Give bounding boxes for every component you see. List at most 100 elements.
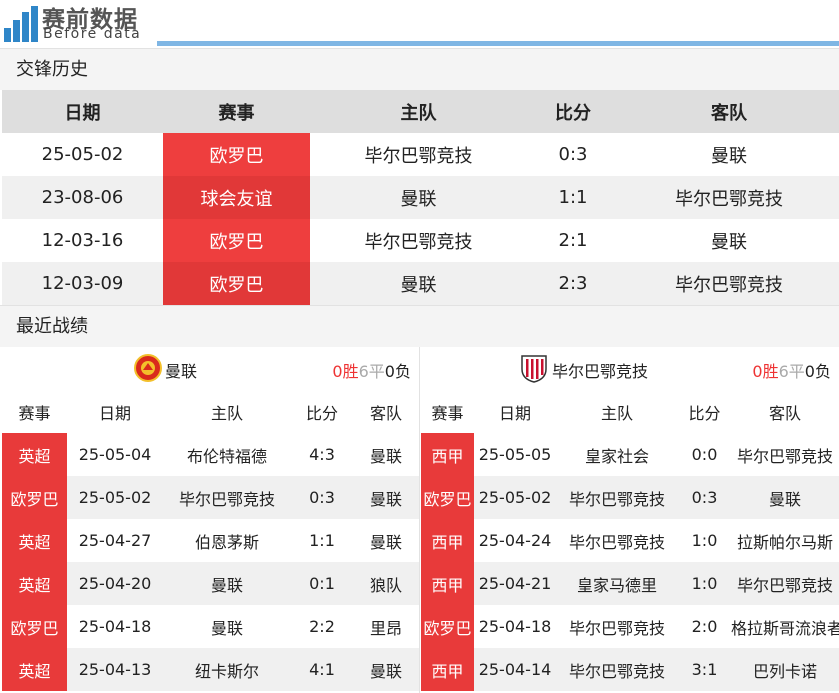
- date-cell: 23-08-06: [2, 176, 163, 219]
- table-row[interactable]: 西甲 25-05-05 皇家社会 0:0 毕尔巴鄂竞技: [421, 433, 839, 476]
- athletic-bilbao-crest-icon: [521, 355, 547, 383]
- competition-cell: 欧罗巴: [163, 219, 310, 262]
- date-cell: 25-04-24: [474, 519, 556, 562]
- score-cell: 2:1: [527, 219, 619, 262]
- right-wins: 0: [752, 362, 763, 381]
- left-header-home: 主队: [163, 391, 291, 433]
- right-recent-header-row: 赛事 日期 主队 比分 客队: [421, 391, 839, 433]
- date-cell: 25-05-05: [474, 433, 556, 476]
- score-cell: 1:1: [291, 519, 353, 562]
- table-row[interactable]: 西甲 25-04-14 毕尔巴鄂竞技 3:1 巴列卡诺: [421, 648, 839, 691]
- competition-cell: 欧罗巴: [2, 605, 67, 648]
- right-draws-label: 平: [788, 362, 805, 381]
- right-draws: 6: [778, 362, 789, 381]
- home-team-cell: 皇家社会: [556, 433, 678, 476]
- table-row[interactable]: 欧罗巴 25-05-02 毕尔巴鄂竞技 0:3 曼联: [2, 476, 419, 519]
- table-row[interactable]: 西甲 25-04-24 毕尔巴鄂竞技 1:0 拉斯帕尔马斯: [421, 519, 839, 562]
- competition-cell: 西甲: [421, 562, 474, 605]
- date-cell: 25-04-14: [474, 648, 556, 691]
- home-team-cell: 毕尔巴鄂竞技: [556, 519, 678, 562]
- away-team-cell: 毕尔巴鄂竞技: [619, 176, 839, 219]
- date-cell: 25-05-02: [67, 476, 163, 519]
- home-team-cell: 曼联: [163, 605, 291, 648]
- home-team-cell: 曼联: [310, 176, 527, 219]
- date-cell: 25-04-13: [67, 648, 163, 691]
- score-cell: 4:1: [291, 648, 353, 691]
- date-cell: 12-03-16: [2, 219, 163, 262]
- h2h-header-row: 日期 赛事 主队 比分 客队: [2, 90, 839, 133]
- h2h-header-date: 日期: [2, 90, 163, 133]
- date-cell: 25-04-21: [474, 562, 556, 605]
- left-draws: 6: [358, 362, 369, 381]
- date-cell: 25-04-27: [67, 519, 163, 562]
- score-cell: 0:0: [678, 433, 731, 476]
- home-team-cell: 毕尔巴鄂竞技: [556, 648, 678, 691]
- competition-cell: 欧罗巴: [2, 476, 67, 519]
- competition-cell: 西甲: [421, 433, 474, 476]
- date-cell: 25-04-18: [67, 605, 163, 648]
- table-row[interactable]: 欧罗巴 25-05-02 毕尔巴鄂竞技 0:3 曼联: [421, 476, 839, 519]
- table-row[interactable]: 英超 25-05-04 布伦特福德 4:3 曼联: [2, 433, 419, 476]
- table-row[interactable]: 欧罗巴 25-04-18 曼联 2:2 里昂: [2, 605, 419, 648]
- right-losses: 0: [804, 362, 815, 381]
- home-team-cell: 曼联: [163, 562, 291, 605]
- table-row[interactable]: 23-08-06 球会友谊 曼联 1:1 毕尔巴鄂竞技: [2, 176, 839, 219]
- away-team-cell: 曼联: [353, 476, 419, 519]
- date-cell: 25-04-18: [474, 605, 556, 648]
- date-cell: 12-03-09: [2, 262, 163, 305]
- h2h-header-home: 主队: [310, 90, 527, 133]
- left-header-date: 日期: [67, 391, 163, 433]
- score-cell: 2:3: [527, 262, 619, 305]
- left-team-header: 曼联 0胜6平0负: [0, 347, 419, 389]
- away-team-cell: 毕尔巴鄂竞技: [619, 262, 839, 305]
- table-row[interactable]: 25-05-02 欧罗巴 毕尔巴鄂竞技 0:3 曼联: [2, 133, 839, 176]
- recent-divider: [419, 347, 420, 693]
- left-recent-header-row: 赛事 日期 主队 比分 客队: [2, 391, 419, 433]
- left-losses-label: 负: [394, 362, 411, 381]
- home-team-cell: 毕尔巴鄂竞技: [310, 219, 527, 262]
- competition-cell: 英超: [2, 648, 67, 691]
- right-header-home: 主队: [556, 391, 678, 433]
- date-cell: 25-05-04: [67, 433, 163, 476]
- right-header-score: 比分: [678, 391, 731, 433]
- away-team-cell: 巴列卡诺: [731, 648, 839, 691]
- away-team-cell: 格拉斯哥流浪者: [731, 605, 839, 648]
- table-row[interactable]: 英超 25-04-27 伯恩茅斯 1:1 曼联: [2, 519, 419, 562]
- competition-cell: 西甲: [421, 648, 474, 691]
- away-team-cell: 里昂: [353, 605, 419, 648]
- bar-chart-logo-icon: [4, 6, 38, 42]
- competition-cell: 欧罗巴: [163, 262, 310, 305]
- left-team-record: 0胜6平0负: [332, 358, 411, 382]
- table-row[interactable]: 西甲 25-04-21 皇家马德里 1:0 毕尔巴鄂竞技: [421, 562, 839, 605]
- left-wins: 0: [332, 362, 343, 381]
- home-team-cell: 皇家马德里: [556, 562, 678, 605]
- home-team-cell: 布伦特福德: [163, 433, 291, 476]
- header-divider: [157, 41, 839, 46]
- competition-cell: 英超: [2, 433, 67, 476]
- away-team-cell: 毕尔巴鄂竞技: [731, 562, 839, 605]
- away-team-cell: 毕尔巴鄂竞技: [731, 433, 839, 476]
- competition-cell: 欧罗巴: [421, 476, 474, 519]
- away-team-cell: 曼联: [353, 648, 419, 691]
- man-utd-crest-icon: [134, 354, 162, 382]
- table-row[interactable]: 英超 25-04-13 纽卡斯尔 4:1 曼联: [2, 648, 419, 691]
- table-row[interactable]: 欧罗巴 25-04-18 毕尔巴鄂竞技 2:0 格拉斯哥流浪者: [421, 605, 839, 648]
- score-cell: 2:2: [291, 605, 353, 648]
- brand-subtitle: Before data: [43, 26, 142, 42]
- home-team-cell: 伯恩茅斯: [163, 519, 291, 562]
- competition-cell: 球会友谊: [163, 176, 310, 219]
- away-team-cell: 曼联: [619, 219, 839, 262]
- away-team-cell: 曼联: [619, 133, 839, 176]
- away-team-cell: 拉斯帕尔马斯: [731, 519, 839, 562]
- table-row[interactable]: 12-03-09 欧罗巴 曼联 2:3 毕尔巴鄂竞技: [2, 262, 839, 305]
- away-team-cell: 曼联: [731, 476, 839, 519]
- left-wins-label: 胜: [342, 362, 359, 381]
- table-row[interactable]: 12-03-16 欧罗巴 毕尔巴鄂竞技 2:1 曼联: [2, 219, 839, 262]
- right-team-record: 0胜6平0负: [752, 358, 831, 382]
- table-row[interactable]: 英超 25-04-20 曼联 0:1 狼队: [2, 562, 419, 605]
- score-cell: 0:3: [678, 476, 731, 519]
- h2h-header-competition: 赛事: [163, 90, 310, 133]
- score-cell: 1:1: [527, 176, 619, 219]
- competition-cell: 欧罗巴: [163, 133, 310, 176]
- home-team-cell: 毕尔巴鄂竞技: [310, 133, 527, 176]
